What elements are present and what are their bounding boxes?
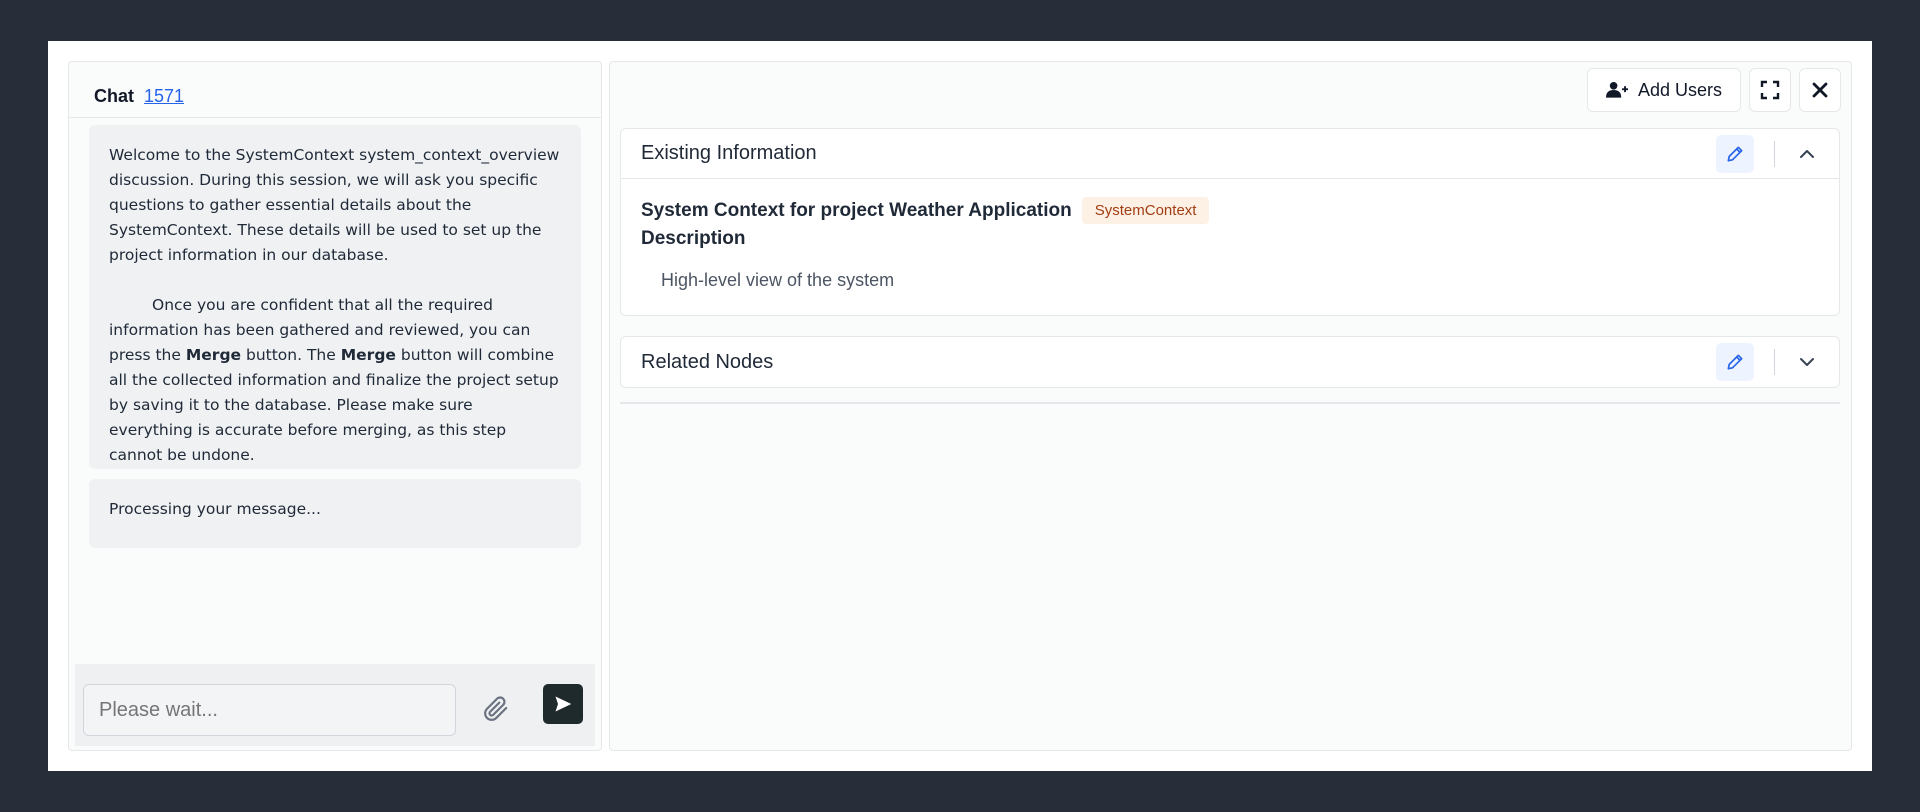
chat-title: Chat bbox=[94, 86, 134, 106]
attach-button[interactable] bbox=[479, 692, 513, 726]
processing-text: Processing your message... bbox=[109, 500, 321, 518]
edit-related-nodes-button[interactable] bbox=[1716, 343, 1754, 381]
chevron-down-icon bbox=[1800, 358, 1814, 366]
welcome-text-b: button. The bbox=[241, 346, 341, 364]
chat-id-link[interactable]: 1571 bbox=[144, 86, 184, 107]
node-type-badge: SystemContext bbox=[1081, 197, 1210, 224]
chat-message-welcome: Welcome to the SystemContext system_cont… bbox=[89, 125, 581, 469]
chat-footer bbox=[75, 664, 595, 746]
existing-information-title: Existing Information bbox=[641, 142, 817, 164]
merge-emphasis-1: Merge bbox=[185, 346, 242, 364]
collapse-existing-information-button[interactable] bbox=[1795, 142, 1819, 166]
add-users-label: Add Users bbox=[1637, 79, 1722, 100]
context-title-row: System Context for project Weather Appli… bbox=[641, 197, 1819, 224]
close-icon bbox=[1812, 82, 1828, 98]
related-nodes-title: Related Nodes bbox=[641, 350, 774, 373]
chat-message-processing: Processing your message... bbox=[89, 479, 581, 548]
pencil-icon bbox=[1727, 146, 1743, 161]
top-actions: Add Users bbox=[1586, 68, 1841, 112]
send-button[interactable] bbox=[543, 684, 583, 724]
related-nodes-header[interactable]: Related Nodes bbox=[621, 337, 1839, 387]
context-title: System Context for project Weather Appli… bbox=[641, 199, 1072, 221]
add-users-button[interactable]: Add Users bbox=[1586, 68, 1741, 112]
expand-related-nodes-button[interactable] bbox=[1795, 350, 1819, 374]
header-divider bbox=[1774, 140, 1775, 167]
info-panel: Add Users Existing Information System Co… bbox=[609, 61, 1852, 751]
pencil-icon bbox=[1727, 354, 1743, 370]
user-plus-icon bbox=[1605, 81, 1628, 98]
modal: Chat 1571 Welcome to the SystemContext s… bbox=[48, 41, 1872, 771]
chat-input[interactable] bbox=[83, 684, 456, 736]
merge-emphasis-2: Merge bbox=[340, 346, 396, 364]
header-divider bbox=[1774, 349, 1775, 375]
welcome-paragraph-1: Welcome to the SystemContext system_cont… bbox=[109, 146, 560, 264]
section-divider bbox=[620, 402, 1840, 404]
existing-information-body: System Context for project Weather Appli… bbox=[621, 179, 1839, 309]
fullscreen-button[interactable] bbox=[1749, 68, 1791, 112]
description-label: Description bbox=[641, 228, 746, 249]
close-button[interactable] bbox=[1799, 68, 1841, 112]
chat-panel: Chat 1571 Welcome to the SystemContext s… bbox=[68, 61, 602, 751]
description-value: High-level view of the system bbox=[661, 270, 895, 290]
edit-existing-information-button[interactable] bbox=[1716, 134, 1754, 173]
related-nodes-section: Related Nodes bbox=[620, 336, 1840, 388]
welcome-paragraph-2: Once you are confident that all the requ… bbox=[109, 293, 561, 468]
expand-icon bbox=[1760, 80, 1780, 100]
existing-information-section: Existing Information System Context for … bbox=[620, 128, 1840, 316]
paperclip-icon bbox=[484, 696, 508, 721]
chevron-up-icon bbox=[1800, 149, 1814, 158]
existing-information-header[interactable]: Existing Information bbox=[621, 129, 1839, 179]
chat-header: Chat 1571 bbox=[69, 62, 601, 118]
send-icon bbox=[555, 696, 572, 712]
